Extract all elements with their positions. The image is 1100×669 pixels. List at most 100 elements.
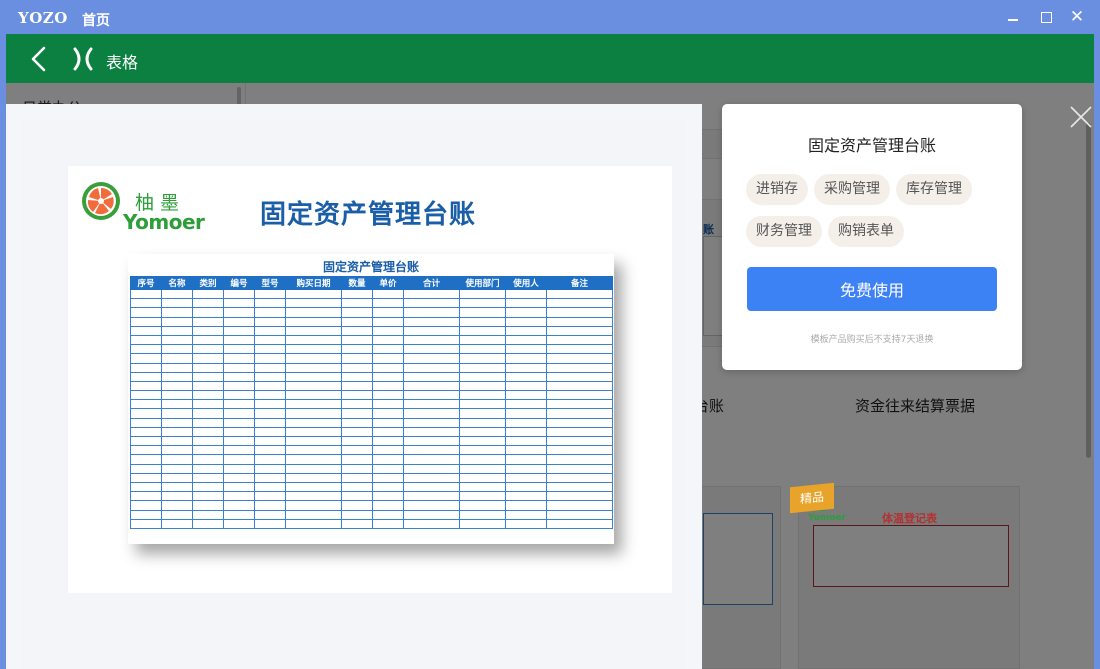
column-header: 备注 (546, 276, 613, 290)
table-cell (161, 316, 193, 327)
table-row (130, 344, 613, 355)
table-cell (223, 298, 255, 309)
table-cell (546, 509, 613, 520)
table-cell (546, 481, 613, 493)
table-cell (223, 417, 255, 428)
column-header: 单价 (372, 276, 404, 290)
table-cell (223, 325, 255, 336)
table-row (130, 472, 613, 483)
table-cell (130, 371, 162, 382)
table-cell (546, 390, 613, 401)
tag-purchasing[interactable]: 采购管理 (814, 174, 890, 205)
tag-inventory-sales[interactable]: 进销存 (746, 174, 808, 205)
table-cell (459, 298, 506, 309)
ledger-table-preview: 固定资产管理台账 序号 名称 类别 编号 型号 购买日期 数量 单价 合计 使用部门 使用人 备注 (128, 254, 614, 544)
table-cell (161, 344, 193, 355)
table-cell (372, 417, 404, 428)
table-cell (223, 288, 255, 300)
table-cell (459, 288, 506, 300)
table-cell (254, 445, 286, 456)
table-cell (505, 426, 547, 438)
tag-finance[interactable]: 财务管理 (746, 216, 822, 247)
close-icon[interactable]: ✕ (1067, 7, 1087, 27)
back-arrow-icon[interactable] (28, 46, 52, 72)
table-row (130, 380, 613, 392)
table-row (130, 362, 613, 373)
title-bar: YOZO 首页 ✕ (0, 0, 1100, 34)
table-cell (403, 390, 460, 401)
free-use-button[interactable]: 免费使用 (747, 267, 997, 311)
table-cell (459, 426, 506, 438)
tile-title: 体温登记表 (882, 512, 937, 525)
table-cell (161, 334, 193, 346)
table-cell (130, 408, 162, 419)
table-cell (161, 288, 193, 300)
table-cell (459, 316, 506, 327)
table-cell (192, 491, 224, 502)
table-cell (546, 445, 613, 456)
table-cell (546, 491, 613, 502)
table-cell (403, 399, 460, 410)
home-tab[interactable]: 首页 (82, 10, 110, 30)
tag-sales-forms[interactable]: 购销表单 (828, 216, 904, 247)
table-cell (372, 491, 404, 502)
sheet-title: 固定资产管理台账 (260, 200, 477, 230)
table-cell (223, 390, 255, 401)
column-header: 类别 (192, 276, 224, 290)
table-row (130, 509, 613, 520)
table-cell (459, 399, 506, 410)
preview-sheet: 柚墨 Yomoer 固定资产管理台账 固定资产管理台账 序号 名称 类别 编号 型号 购买… (68, 166, 672, 593)
table-cell (130, 445, 162, 456)
table-cell (341, 509, 373, 520)
table-cell (341, 481, 373, 493)
table-cell (192, 500, 224, 511)
table-cell (341, 417, 373, 428)
table-cell (459, 307, 506, 318)
table-cell (403, 380, 460, 392)
table-title: 固定资产管理台账 (322, 260, 419, 274)
maximize-icon[interactable] (1036, 7, 1056, 27)
table-cell (505, 463, 547, 474)
table-cell (341, 390, 373, 401)
table-cell (285, 380, 342, 392)
table-cell (546, 417, 613, 428)
table-cell (459, 491, 506, 502)
column-header: 型号 (254, 276, 286, 290)
table-cell (285, 371, 342, 382)
table-cell (223, 518, 255, 529)
table-cell (130, 463, 162, 474)
tag-stock[interactable]: 库存管理 (896, 174, 972, 205)
table-cell (546, 408, 613, 419)
template-title: 固定资产管理台账 (807, 136, 936, 155)
table-cell (505, 390, 547, 401)
table-cell (505, 380, 547, 392)
table-cell (192, 454, 224, 465)
page-header: 表格 (6, 34, 1094, 83)
table-cell (341, 472, 373, 483)
table-cell (254, 371, 286, 382)
table-row (130, 353, 613, 364)
table-cell (192, 380, 224, 392)
app-x-icon (73, 47, 93, 71)
table-cell (546, 380, 613, 392)
table-cell (505, 472, 547, 483)
table-cell (285, 426, 342, 438)
table-cell (285, 325, 342, 336)
table-cell (254, 426, 286, 438)
minimize-icon[interactable] (1003, 7, 1023, 27)
table-cell (161, 454, 193, 465)
modal-close-icon[interactable] (1068, 104, 1094, 130)
table-cell (254, 454, 286, 465)
table-cell (341, 399, 373, 410)
table-cell (505, 362, 547, 373)
table-cell (223, 472, 255, 483)
table-row (130, 500, 613, 511)
table-cell (130, 325, 162, 336)
column-header: 序号 (130, 276, 162, 290)
table-row (130, 408, 613, 419)
table-cell (223, 371, 255, 382)
table-cell (372, 380, 404, 392)
table-cell (254, 334, 286, 346)
table-cell (130, 353, 162, 364)
table-cell (546, 454, 613, 465)
